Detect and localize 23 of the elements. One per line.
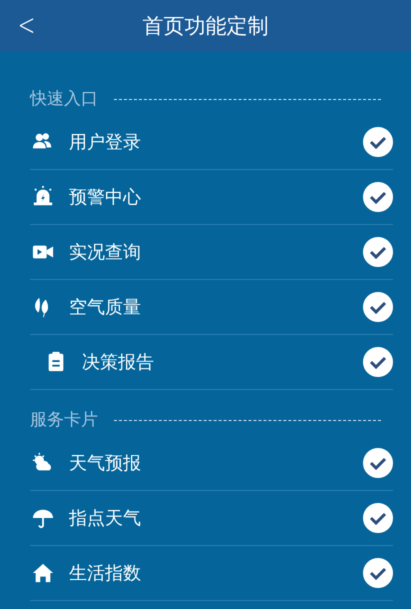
checkbox[interactable] <box>363 448 393 478</box>
feature-label: 天气预报 <box>69 452 142 475</box>
checkbox[interactable] <box>363 237 393 267</box>
checkbox[interactable] <box>363 503 393 533</box>
feature-label: 决策报告 <box>82 351 155 374</box>
home-icon <box>32 562 54 584</box>
back-button[interactable]: < <box>14 6 40 46</box>
feature-label: 用户登录 <box>69 131 142 154</box>
umbrella-icon <box>32 507 54 529</box>
feature-label: 实况查询 <box>69 241 142 264</box>
checkbox[interactable] <box>363 292 393 322</box>
checkbox[interactable] <box>363 127 393 157</box>
checkbox[interactable] <box>363 558 393 588</box>
checkbox[interactable] <box>363 347 393 377</box>
checkbox[interactable] <box>363 182 393 212</box>
feature-label: 生活指数 <box>69 562 142 585</box>
section-title: 快速入口 <box>30 89 98 109</box>
section-title: 服务卡片 <box>30 410 98 430</box>
page-title: 首页功能定制 <box>142 13 268 40</box>
feature-label: 预警中心 <box>69 186 142 209</box>
feature-label: 空气质量 <box>69 296 142 319</box>
alarm-light-icon <box>32 186 54 208</box>
feature-label: 指点天气 <box>69 507 142 530</box>
